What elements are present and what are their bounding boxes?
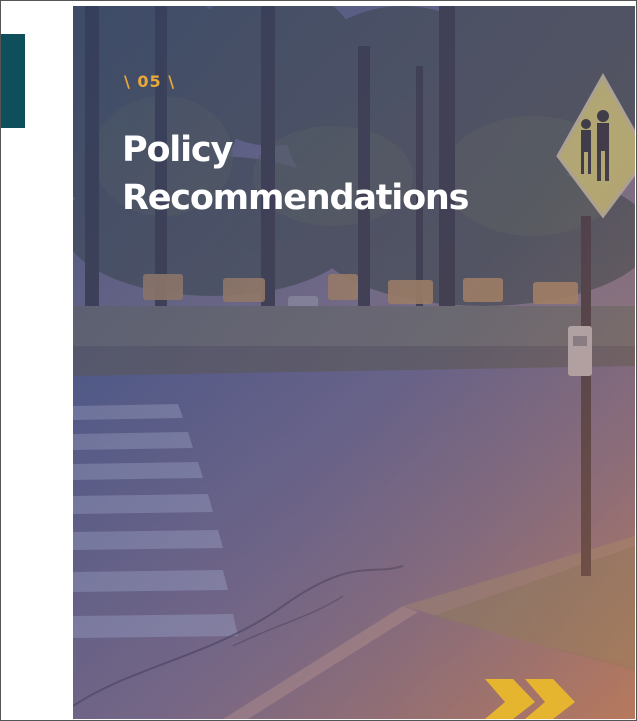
cover-photo <box>73 6 635 719</box>
page-title: Policy Recommendations <box>122 126 469 222</box>
section-number: \ 05 \ <box>124 72 176 91</box>
title-line-1: Policy <box>122 130 233 170</box>
title-line-2: Recommendations <box>122 178 469 218</box>
accent-bar <box>0 34 25 128</box>
report-page: \ 05 \ Policy Recommendations <box>0 0 637 721</box>
